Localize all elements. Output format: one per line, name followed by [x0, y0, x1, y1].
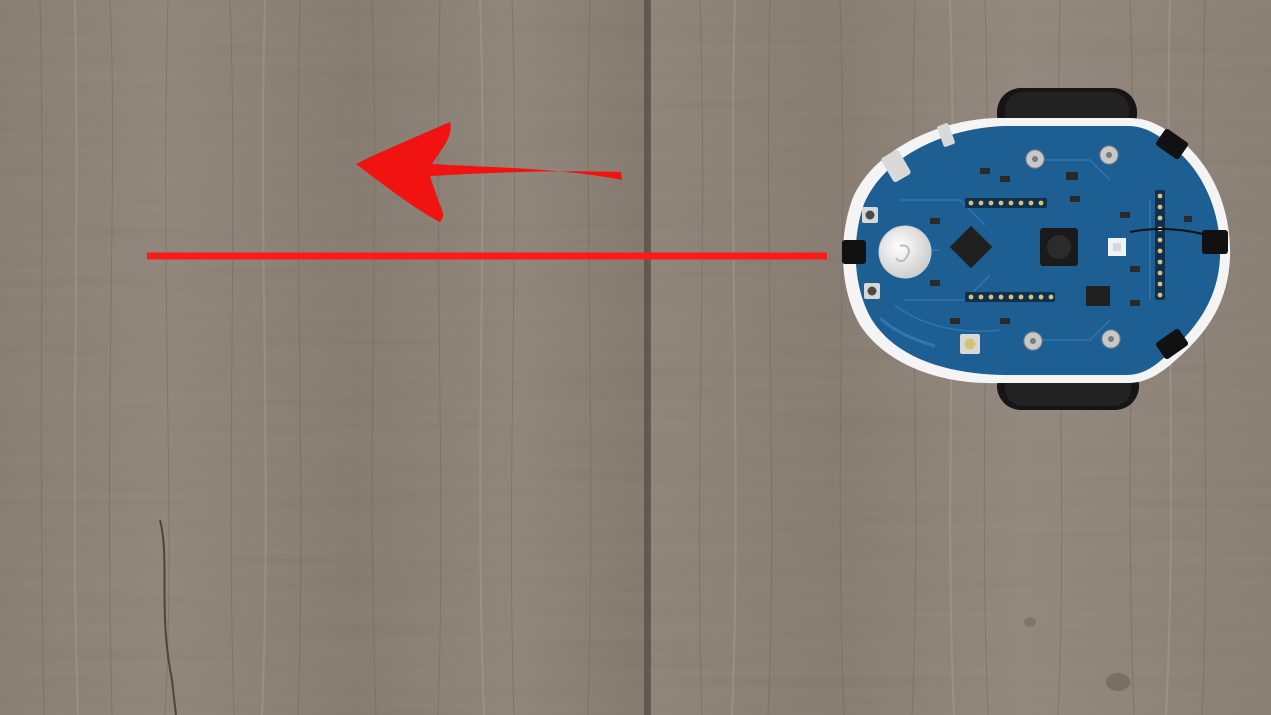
wood-knot	[1106, 673, 1130, 691]
pin-header-bottom-pins	[968, 294, 1054, 300]
buzzer-hole	[1047, 235, 1071, 259]
plank-seam	[644, 0, 651, 715]
push-button-top-cap	[865, 210, 875, 220]
photo-scene	[0, 0, 1271, 715]
photo-canvas	[0, 0, 1271, 715]
wood-knot	[1024, 617, 1036, 627]
pin-header-top	[965, 198, 1047, 208]
push-button-bottom-cap	[867, 286, 877, 296]
sensor-dome	[878, 225, 932, 279]
rgb-led-lens	[1113, 243, 1121, 251]
reset-button-cap	[964, 338, 976, 350]
driver-chip	[1086, 286, 1110, 306]
